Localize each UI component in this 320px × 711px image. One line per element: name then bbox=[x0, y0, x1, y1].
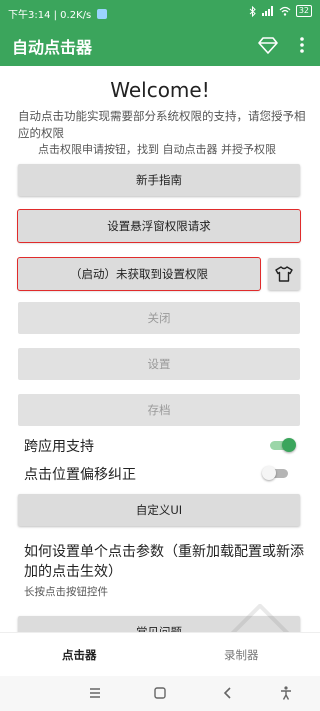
start-button[interactable]: （启动）未获取到设置权限 bbox=[17, 257, 261, 291]
home-icon[interactable] bbox=[152, 685, 168, 701]
welcome-heading: Welcome! bbox=[110, 78, 210, 102]
custom-ui-button[interactable]: 自定义UI bbox=[18, 494, 300, 526]
status-bar: 下午3:14 | 0.2K/s 32 bbox=[0, 0, 320, 24]
permission-hint: 点击权限申请按钮，找到 自动点击器 并授予权限 bbox=[38, 143, 276, 156]
toggle-knob bbox=[262, 466, 276, 480]
permission-description: 自动点击功能实现需要部分系统权限的支持，请您授予相应的权限 bbox=[18, 109, 306, 140]
app-notification-icon bbox=[97, 9, 108, 19]
menu-icon[interactable] bbox=[87, 685, 103, 701]
tshirt-icon bbox=[275, 266, 293, 282]
status-left: 下午3:14 | 0.2K/s bbox=[8, 6, 108, 21]
accessibility-icon[interactable] bbox=[278, 685, 294, 701]
cross-app-toggle[interactable] bbox=[268, 438, 296, 452]
wifi-icon bbox=[279, 6, 291, 16]
battery-icon: 32 bbox=[295, 5, 312, 17]
custom-theme-button[interactable] bbox=[268, 258, 300, 290]
more-vert-icon[interactable] bbox=[294, 35, 310, 55]
archive-button[interactable]: 存档 bbox=[18, 394, 300, 426]
bottom-tab-bar: 点击器 录制器 bbox=[0, 632, 320, 677]
status-time-speed: 下午3:14 | 0.2K/s bbox=[8, 10, 92, 21]
system-nav-bar bbox=[0, 676, 320, 711]
toggle-knob bbox=[282, 438, 296, 452]
app-bar: 自动点击器 bbox=[0, 24, 320, 66]
howto-title: 如何设置单个点击参数（重新加载配置或新添加的点击生效） bbox=[24, 544, 304, 580]
diamond-icon[interactable] bbox=[258, 35, 278, 55]
offset-fix-label: 点击位置偏移纠正 bbox=[24, 467, 136, 483]
app-title: 自动点击器 bbox=[12, 38, 93, 57]
tab-clicker[interactable]: 点击器 bbox=[62, 647, 97, 663]
offset-fix-toggle[interactable] bbox=[262, 466, 290, 480]
bluetooth-icon bbox=[249, 5, 256, 17]
signal-icon bbox=[261, 6, 273, 16]
howto-subtitle: 长按点击按钮控件 bbox=[24, 586, 108, 598]
status-right: 32 bbox=[249, 5, 312, 17]
settings-button[interactable]: 设置 bbox=[18, 348, 300, 380]
close-button[interactable]: 关闭 bbox=[18, 302, 300, 334]
tab-recorder[interactable]: 录制器 bbox=[224, 647, 259, 663]
cross-app-label: 跨应用支持 bbox=[24, 439, 94, 455]
guide-button[interactable]: 新手指南 bbox=[18, 164, 300, 196]
back-icon[interactable] bbox=[220, 685, 236, 701]
overlay-permission-button[interactable]: 设置悬浮窗权限请求 bbox=[17, 209, 301, 243]
